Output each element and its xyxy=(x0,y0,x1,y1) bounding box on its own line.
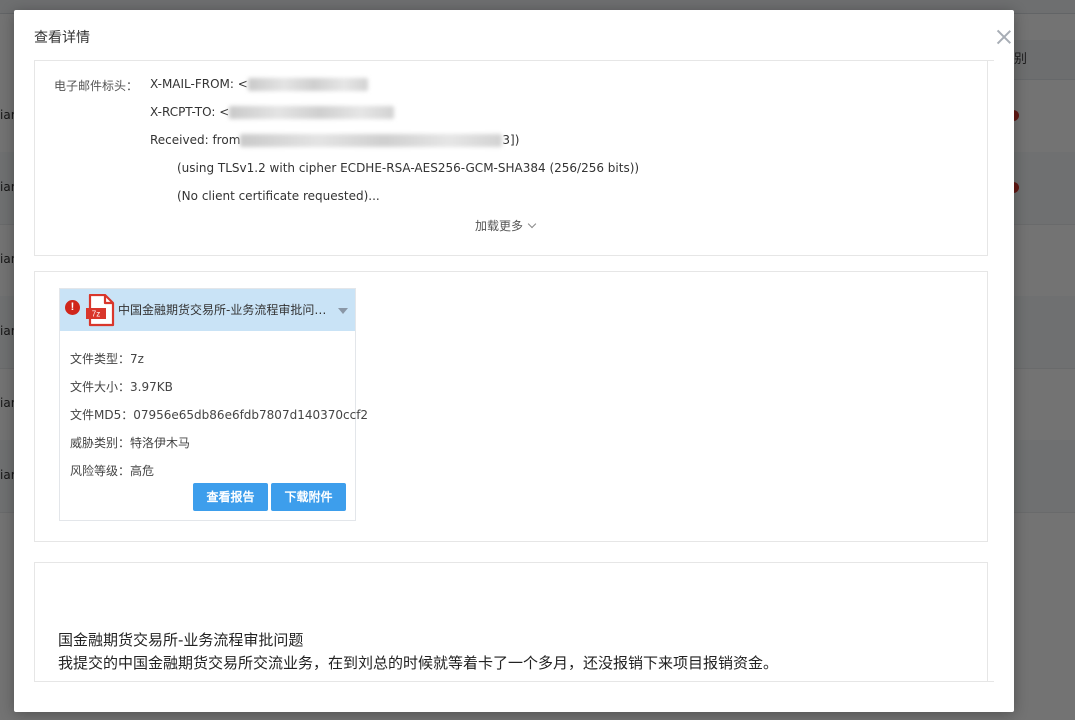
file-size-value: 3.97KB xyxy=(130,380,173,394)
threat-category-label: 威胁类别： xyxy=(70,436,131,450)
header-mail-from-label: X-MAIL-FROM: < xyxy=(150,77,248,91)
file-md5-label: 文件MD5： xyxy=(70,408,134,422)
file-type-row: 文件类型：7z xyxy=(70,350,144,367)
detail-dialog: 查看详情 电子邮件标头： X-MAIL-FROM: < X-RCPT-TO: <… xyxy=(14,10,1014,712)
redacted-value xyxy=(247,78,368,91)
load-more-button[interactable]: 加载更多 xyxy=(475,217,537,234)
attachment-name: 中国金融期货交易所-业务流程审批问题.7z xyxy=(118,303,330,317)
email-headers-label: 电子邮件标头： xyxy=(54,79,139,93)
file-ext-text: 7z xyxy=(92,310,100,319)
dialog-footer-divider xyxy=(34,681,994,682)
file-md5-row: 文件MD5：07956e65db86e6fdb7807d140370ccf2 xyxy=(70,406,368,423)
close-icon[interactable] xyxy=(996,29,1012,45)
file-type-value: 7z xyxy=(130,352,144,366)
dialog-title: 查看详情 xyxy=(34,30,90,46)
risk-level-value: 高危 xyxy=(130,464,155,478)
file-type-label: 文件类型： xyxy=(70,352,131,366)
header-rcpt-to: X-RCPT-TO: < xyxy=(150,105,395,119)
load-more-label: 加载更多 xyxy=(475,219,524,233)
caret-down-icon[interactable] xyxy=(338,308,348,314)
header-tls-line: (using TLSv1.2 with cipher ECDHE-RSA-AES… xyxy=(177,161,640,175)
redacted-value xyxy=(240,134,503,147)
dialog-header: 查看详情 xyxy=(34,10,994,61)
attachment-header[interactable]: ! 7z 中国金融期货交易所-业务流程审批问题.7z xyxy=(60,289,355,331)
header-mail-from: X-MAIL-FROM: < xyxy=(150,77,368,91)
header-received: Received: from 3]) xyxy=(150,133,519,147)
view-report-button[interactable]: 查看报告 xyxy=(193,483,268,511)
threat-category-row: 威胁类别：特洛伊木马 xyxy=(70,434,190,451)
dialog-body[interactable]: 电子邮件标头： X-MAIL-FROM: < X-RCPT-TO: < Rece… xyxy=(34,61,994,681)
file-size-row: 文件大小：3.97KB xyxy=(70,378,173,395)
header-cert-line: (No client certificate requested)... xyxy=(177,189,380,203)
attachment-panel: ! 7z 中国金融期货交易所-业务流程审批问题.7z 文件类型：7z 文件大小：… xyxy=(34,271,988,542)
attachment-card: ! 7z 中国金融期货交易所-业务流程审批问题.7z 文件类型：7z 文件大小：… xyxy=(59,288,368,521)
header-received-suffix: 3]) xyxy=(502,133,520,147)
risk-level-label: 风险等级： xyxy=(70,464,131,478)
threat-category-value: 特洛伊木马 xyxy=(130,436,191,450)
header-received-label: Received: from xyxy=(150,133,241,147)
file-size-label: 文件大小： xyxy=(70,380,131,394)
email-content-panel: 国金融期货交易所-业务流程审批问题 我提交的中国金融期货交易所交流业务，在到刘总… xyxy=(34,562,988,681)
email-body: 我提交的中国金融期货交易所交流业务，在到刘总的时候就等着卡了一个多月，还没报销下… xyxy=(58,654,779,672)
risk-level-row: 风险等级：高危 xyxy=(70,462,154,479)
email-headers-panel: 电子邮件标头： X-MAIL-FROM: < X-RCPT-TO: < Rece… xyxy=(34,61,988,256)
download-attachment-button[interactable]: 下载附件 xyxy=(271,483,346,511)
redacted-value xyxy=(229,106,395,119)
warning-icon: ! xyxy=(65,300,80,315)
archive-file-icon: 7z xyxy=(86,294,115,327)
file-md5-value: 07956e65db86e6fdb7807d140370ccf2 xyxy=(133,408,369,422)
header-rcpt-to-label: X-RCPT-TO: < xyxy=(150,105,230,119)
chevron-down-icon xyxy=(527,219,537,229)
email-subject: 国金融期货交易所-业务流程审批问题 xyxy=(58,631,304,649)
